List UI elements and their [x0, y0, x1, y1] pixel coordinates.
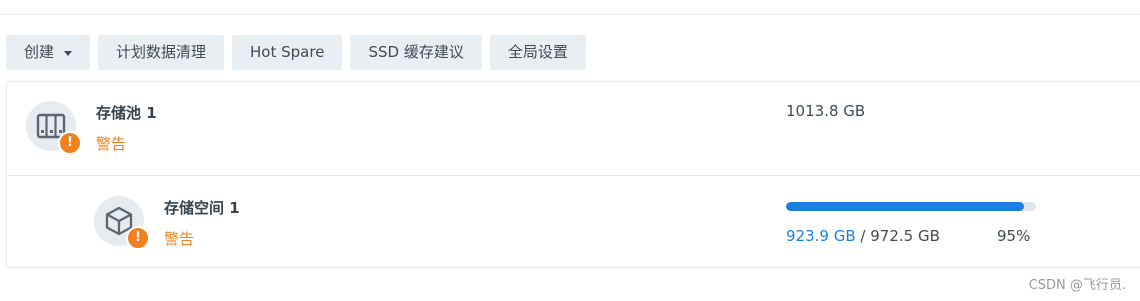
- total-capacity: 972.5 GB: [870, 227, 940, 245]
- create-button-label: 创建: [24, 43, 55, 61]
- top-divider: [0, 14, 1140, 15]
- storage-pool-icon-wrap: !: [26, 101, 82, 155]
- global-settings-button[interactable]: 全局设置: [489, 35, 586, 70]
- usage-percent: 95%: [997, 227, 1031, 245]
- storage-volume-row[interactable]: ! 存储空间 1 警告 923.9 GB / 972.5 GB 95%: [7, 176, 1140, 268]
- toolbar: 创建 计划数据清理 Hot Spare SSD 缓存建议 全局设置: [6, 35, 586, 70]
- scrub-schedule-label: 计划数据清理: [116, 43, 207, 61]
- storage-volume-name: 存储空间 1: [164, 199, 240, 217]
- usage-progress-bar: [786, 202, 1036, 211]
- used-capacity: 923.9 GB: [786, 227, 856, 245]
- create-button[interactable]: 创建: [6, 35, 91, 70]
- storage-volume-status: 警告: [164, 230, 195, 248]
- storage-pool-status: 警告: [96, 135, 127, 153]
- hot-spare-label: Hot Spare: [250, 43, 325, 61]
- scrub-schedule-button[interactable]: 计划数据清理: [98, 35, 225, 70]
- storage-panel: ! 存储池 1 警告 1013.8 GB ! 存储空间 1 警告 923.9 G…: [6, 81, 1140, 268]
- storage-pool-row[interactable]: ! 存储池 1 警告 1013.8 GB: [7, 82, 1140, 175]
- storage-pool-capacity: 1013.8 GB: [786, 102, 866, 120]
- usage-progress-fill: [786, 202, 1024, 211]
- capacity-separator: /: [860, 227, 866, 245]
- caret-down-icon: [64, 51, 73, 56]
- hot-spare-button[interactable]: Hot Spare: [232, 35, 343, 70]
- ssd-cache-advisor-label: SSD 缓存建议: [368, 43, 464, 61]
- volume-icon-wrap: !: [94, 196, 150, 250]
- warning-badge-icon: !: [126, 226, 150, 250]
- global-settings-label: 全局设置: [507, 43, 568, 61]
- warning-badge-icon: !: [58, 131, 82, 155]
- ssd-cache-advisor-button[interactable]: SSD 缓存建议: [350, 35, 482, 70]
- usage-text: 923.9 GB / 972.5 GB: [786, 227, 940, 245]
- watermark: CSDN @飞行员.: [1028, 278, 1126, 293]
- storage-pool-name: 存储池 1: [96, 104, 157, 122]
